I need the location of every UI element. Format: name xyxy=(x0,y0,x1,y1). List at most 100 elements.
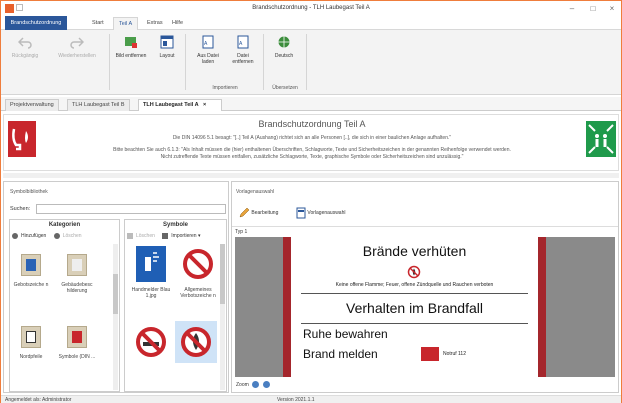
import-symbol-button[interactable]: Importieren ▾ xyxy=(162,233,203,239)
symbols-header: Symbole xyxy=(162,222,188,228)
zoom-out-icon[interactable] xyxy=(252,381,260,388)
symbol-item[interactable]: Handmelder Blau 1.jpg xyxy=(130,245,172,299)
no-open-flame-icon xyxy=(407,265,421,279)
maximize-button[interactable]: □ xyxy=(586,3,600,14)
search-label: Suchen: xyxy=(10,206,31,212)
north-arrow-icon xyxy=(21,326,41,348)
tab-teil-b[interactable]: TLH Laubegast Teil B xyxy=(67,99,130,111)
horizontal-splitter[interactable] xyxy=(3,173,619,178)
ribbon-separator xyxy=(306,34,307,90)
preview-page: Brände verhüten Keine offene Flamme; Feu… xyxy=(283,237,546,377)
tab-teil-a-doc[interactable]: TLH Laubegast Teil A × xyxy=(138,99,222,111)
tab-close-icon[interactable]: × xyxy=(203,102,206,108)
zoom-in-icon[interactable] xyxy=(262,381,270,388)
tab-teil-a[interactable]: Teil A xyxy=(113,17,139,30)
add-category-button[interactable]: Hinzufügen xyxy=(12,233,49,239)
layout-label: Layout xyxy=(159,53,175,59)
no-fire-icon xyxy=(180,323,212,361)
status-bar: Angemeldet als: Administrator Version 20… xyxy=(1,395,621,403)
undo-label: Rückgängig xyxy=(11,53,39,59)
scroll-thumb[interactable] xyxy=(113,274,118,314)
symbol-label: Handmelder Blau 1.jpg xyxy=(131,287,171,299)
delete-category-button[interactable]: Löschen xyxy=(53,233,85,239)
ribbon-separator xyxy=(263,34,264,90)
remove-file-button[interactable]: A Datei entfernen xyxy=(227,33,259,85)
symbol-item[interactable]: Allgemeines Verbotszeiche n xyxy=(177,245,219,299)
edit-label: Bearbeitung xyxy=(251,210,279,216)
symbols-scrollbar[interactable] xyxy=(220,244,225,390)
din-symbol-icon xyxy=(67,326,87,348)
group-label-uebersetzen: Übersetzen xyxy=(272,85,298,91)
zoom-label: Zoom xyxy=(236,381,249,388)
preview-subtext: Keine offene Flamme; Feuer, offene Zündq… xyxy=(335,282,494,288)
no-smoking-icon xyxy=(135,323,167,361)
delete-symbol-button[interactable]: Löschen xyxy=(127,233,158,239)
preview-heading-2: Verhalten im Brandfall xyxy=(346,300,483,316)
ribbon: Rückgängig Wiederherstellen Bild entfern… xyxy=(1,30,621,95)
prohibition-sign-icon xyxy=(182,245,214,283)
preview-rule xyxy=(301,293,528,294)
titlebar: Brandschutzordnung - TLH Laubegast Teil … xyxy=(1,1,621,16)
panel-title: Vorlagenauswahl xyxy=(236,189,275,195)
undo-arrow-icon xyxy=(17,37,32,49)
symbol-item-selected[interactable] xyxy=(175,321,217,363)
app-window: Brandschutzordnung - TLH Laubegast Teil … xyxy=(0,0,622,403)
layout-icon xyxy=(160,35,174,49)
category-label: Gebotszeiche n xyxy=(13,282,49,288)
preview-emergency-number: Notruf 112 xyxy=(443,351,466,357)
tab-hilfe[interactable]: Hilfe xyxy=(167,17,188,30)
document-tabs: Projektverwaltung TLH Laubegast Teil B T… xyxy=(1,97,621,111)
minimize-button[interactable]: – xyxy=(565,3,579,14)
layout-button[interactable]: Layout xyxy=(153,33,181,85)
categories-header: Kategorien xyxy=(48,222,81,228)
language-button[interactable]: Deutsch xyxy=(269,33,299,85)
category-item[interactable]: Gebotszeiche n xyxy=(12,254,50,288)
header-line-2: Bitte beachten Sie auch 6.1.3: "Als Inha… xyxy=(113,147,511,153)
redo-button[interactable]: Wiederherstellen xyxy=(49,33,105,85)
category-item[interactable]: Nordpfeile xyxy=(12,326,50,360)
scroll-thumb[interactable] xyxy=(220,244,225,304)
preview-rule xyxy=(301,323,528,324)
building-sign-icon xyxy=(67,254,87,276)
symbols-toolbar: Löschen Importieren ▾ xyxy=(127,233,206,242)
zoom-control: Zoom xyxy=(236,381,270,388)
ribbon-separator xyxy=(185,34,186,90)
preview-heading-1: Brände verhüten xyxy=(362,243,467,259)
group-label-importieren: Importieren xyxy=(212,85,238,91)
status-user: Angemeldet als: Administrator xyxy=(5,397,72,403)
image-remove-icon xyxy=(125,37,137,48)
minus-circle-icon xyxy=(53,233,60,239)
load-from-file-button[interactable]: A Aus Datei laden xyxy=(191,33,225,85)
remove-image-button[interactable]: Bild entfernen xyxy=(115,33,147,85)
category-item[interactable]: Gebäudebesc hilderung xyxy=(58,254,96,294)
fire-alarm-small-icon xyxy=(421,347,439,361)
search-input[interactable] xyxy=(36,204,226,214)
pdf-load-icon: A xyxy=(202,35,214,49)
window-title: Brandschutzordnung - TLH Laubegast Teil … xyxy=(252,5,370,11)
load-from-file-label: Aus Datei laden xyxy=(197,53,219,65)
remove-file-label: Datei entfernen xyxy=(232,53,254,65)
panel-title: Symbolbibliothek xyxy=(10,189,48,195)
category-label: Gebäudebesc hilderung xyxy=(61,282,93,294)
edit-button[interactable]: Bearbeitung xyxy=(238,206,278,220)
tab-extras[interactable]: Extras xyxy=(142,17,168,30)
tab-brandschutzordnung[interactable]: Brandschutzordnung xyxy=(5,16,67,30)
pencil-icon xyxy=(239,207,250,218)
tab-projektverwaltung[interactable]: Projektverwaltung xyxy=(5,99,59,111)
template-label: Vorlagenauswahl xyxy=(307,210,346,216)
preview-line-4: Brand melden xyxy=(303,347,378,361)
template-select-button[interactable]: Vorlagenauswahl xyxy=(296,206,345,220)
globe-icon xyxy=(278,36,290,48)
undo-button[interactable]: Rückgängig xyxy=(5,33,45,85)
categories-column: Kategorien Hinzufügen Löschen Gebotszeic… xyxy=(9,219,120,392)
categories-scrollbar[interactable] xyxy=(113,244,118,390)
remove-image-label: Bild entfernen xyxy=(115,53,147,59)
close-button[interactable]: × xyxy=(605,3,619,14)
tab-start[interactable]: Start xyxy=(87,17,109,30)
tab-teil-a-label: TLH Laubegast Teil A xyxy=(143,102,199,108)
category-item[interactable]: Symbole (DIN ... xyxy=(58,326,96,360)
document-preview[interactable]: Brände verhüten Keine offene Flamme; Feu… xyxy=(235,237,615,377)
symbol-item[interactable] xyxy=(130,323,172,365)
header-line-1: Die DIN 14096 5.1 besagt: "[..] Teil A (… xyxy=(172,135,452,141)
delete-icon xyxy=(127,233,133,239)
